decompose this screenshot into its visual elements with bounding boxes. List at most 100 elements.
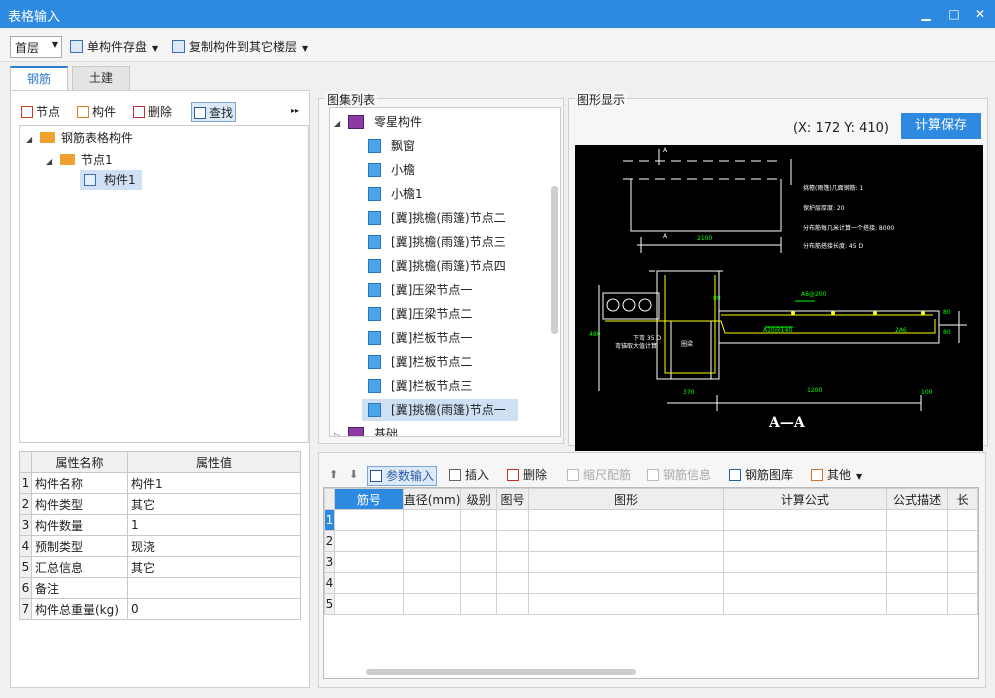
list-item[interactable]: [冀]栏板节点二 (368, 351, 484, 373)
col-header-bar-no[interactable]: 筋号 (333, 488, 404, 510)
grid-cell[interactable] (496, 593, 529, 615)
delete-row-button[interactable]: 删除 (507, 466, 547, 486)
scale-rebar-button[interactable]: 缩尺配筋 (567, 466, 631, 486)
list-item[interactable]: [冀]压梁节点二 (368, 303, 484, 325)
grid-cell[interactable] (496, 530, 529, 552)
prop-value[interactable] (127, 577, 301, 599)
grid-cell[interactable] (527, 530, 725, 552)
grid-cell[interactable] (527, 551, 725, 573)
list-item[interactable]: 小檐1 (368, 183, 435, 205)
atlas-group-foundation[interactable]: ▷ 基础 (334, 424, 398, 436)
collapse-icon[interactable]: ◢ (46, 152, 60, 172)
list-item[interactable]: [冀]栏板节点三 (368, 375, 484, 397)
grid-cell[interactable] (402, 530, 462, 552)
grid-cell[interactable] (496, 509, 529, 531)
grid-cell[interactable] (496, 551, 529, 573)
tab-rebar[interactable]: 钢筋 (10, 66, 68, 90)
insert-row-button[interactable]: 插入 (449, 466, 489, 486)
floor-select[interactable]: 首层 ▼ (10, 36, 62, 58)
more-tools-icon[interactable]: ▸▸ (289, 105, 301, 125)
col-header-formula[interactable]: 计算公式 (723, 488, 887, 510)
grid-cell[interactable] (723, 509, 887, 531)
expand-icon[interactable]: ▷ (334, 426, 348, 436)
grid-cell[interactable] (527, 572, 725, 594)
list-item[interactable]: [冀]挑檐(雨篷)节点四 (368, 255, 518, 277)
prop-value[interactable]: 0 (127, 598, 301, 620)
grid-cell[interactable] (947, 593, 978, 615)
col-header-diameter[interactable]: 直径(mm) (402, 488, 462, 510)
grid-cell[interactable] (460, 593, 498, 615)
row-number[interactable]: 5 (324, 593, 335, 615)
col-header-formula-desc[interactable]: 公式描述 (885, 488, 949, 510)
atlas-group-misc[interactable]: ◢ 零星构件 (334, 112, 422, 132)
grid-cell[interactable] (333, 509, 404, 531)
col-header-shape[interactable]: 图形 (527, 488, 725, 510)
rebar-info-button[interactable]: 钢筋信息 (647, 466, 711, 486)
close-icon[interactable]: ✕ (970, 4, 990, 24)
list-item[interactable]: [冀]栏板节点一 (368, 327, 484, 349)
grid-cell[interactable] (460, 551, 498, 573)
minimize-icon[interactable]: ▁ (916, 4, 936, 24)
grid-cell[interactable] (885, 572, 949, 594)
collapse-icon[interactable]: ◢ (26, 130, 40, 150)
delete-node-button[interactable]: 删除 (131, 102, 174, 122)
prop-value[interactable]: 1 (127, 514, 301, 536)
add-component-button[interactable]: 构件 (75, 102, 118, 122)
grid-cell[interactable] (460, 509, 498, 531)
cad-canvas[interactable]: A A 2100 挑檐(雨篷)几面钢筋: 1 保护层厚度: 20 分布筋每几米计… (575, 145, 983, 451)
param-input-button[interactable]: 参数输入 (367, 466, 438, 486)
grid-cell[interactable] (333, 551, 404, 573)
list-item[interactable]: [冀]压梁节点一 (368, 279, 484, 301)
row-number[interactable]: 3 (324, 551, 335, 573)
grid-cell[interactable] (947, 530, 978, 552)
prop-value[interactable]: 现浇 (127, 535, 301, 557)
grid-cell[interactable] (460, 572, 498, 594)
grid-cell[interactable] (885, 509, 949, 531)
col-header-grade[interactable]: 级别 (460, 488, 498, 510)
tree-component-1[interactable]: 构件1 (80, 170, 142, 190)
move-up-icon[interactable]: ⬆ (329, 466, 338, 486)
grid-cell[interactable] (947, 509, 978, 531)
grid-cell[interactable] (947, 572, 978, 594)
grid-cell[interactable] (947, 551, 978, 573)
grid-cell[interactable] (885, 530, 949, 552)
grid-cell[interactable] (723, 530, 887, 552)
row-number[interactable]: 4 (324, 572, 335, 594)
find-button[interactable]: 查找 (191, 102, 237, 122)
grid-cell[interactable] (402, 593, 462, 615)
grid-cell[interactable] (723, 572, 887, 594)
tree-root[interactable]: ◢ 钢筋表格构件 (26, 128, 133, 148)
tree-node-1[interactable]: ◢ 节点1 (46, 150, 113, 170)
grid-cell[interactable] (527, 509, 725, 531)
row-number[interactable]: 2 (324, 530, 335, 552)
prop-value[interactable]: 构件1 (127, 472, 301, 494)
col-header-length[interactable]: 长 (947, 488, 978, 510)
prop-value[interactable]: 其它 (127, 556, 301, 578)
list-item[interactable]: [冀]挑檐(雨篷)节点三 (368, 231, 518, 253)
grid-cell[interactable] (527, 593, 725, 615)
grid-cell[interactable] (402, 551, 462, 573)
collapse-icon[interactable]: ◢ (334, 114, 348, 134)
move-down-icon[interactable]: ⬇ (349, 466, 358, 486)
grid-cell[interactable] (885, 593, 949, 615)
list-item[interactable]: [冀]挑檐(雨篷)节点二 (368, 207, 518, 229)
grid-cell[interactable] (723, 593, 887, 615)
other-menu-button[interactable]: 其他 ▼ (811, 466, 862, 486)
grid-horizontal-scrollbar[interactable] (366, 669, 636, 675)
tab-civil[interactable]: 土建 (72, 66, 130, 90)
save-component-button[interactable]: 单构件存盘 ▼ (70, 38, 158, 55)
col-header-figure-no[interactable]: 图号 (496, 488, 529, 510)
grid-cell[interactable] (885, 551, 949, 573)
add-node-button[interactable]: 节点 (19, 102, 62, 122)
grid-cell[interactable] (333, 593, 404, 615)
row-number[interactable]: 1 (324, 509, 335, 531)
maximize-icon[interactable]: □ (944, 4, 964, 24)
list-item[interactable]: 飘窗 (368, 135, 427, 157)
grid-cell[interactable] (723, 551, 887, 573)
prop-value[interactable]: 其它 (127, 493, 301, 515)
grid-cell[interactable] (496, 572, 529, 594)
grid-cell[interactable] (333, 572, 404, 594)
list-scrollbar[interactable] (551, 186, 558, 334)
list-item[interactable]: [冀]挑檐(雨篷)节点一 (362, 399, 518, 421)
list-item[interactable]: 小檐 (368, 159, 427, 181)
